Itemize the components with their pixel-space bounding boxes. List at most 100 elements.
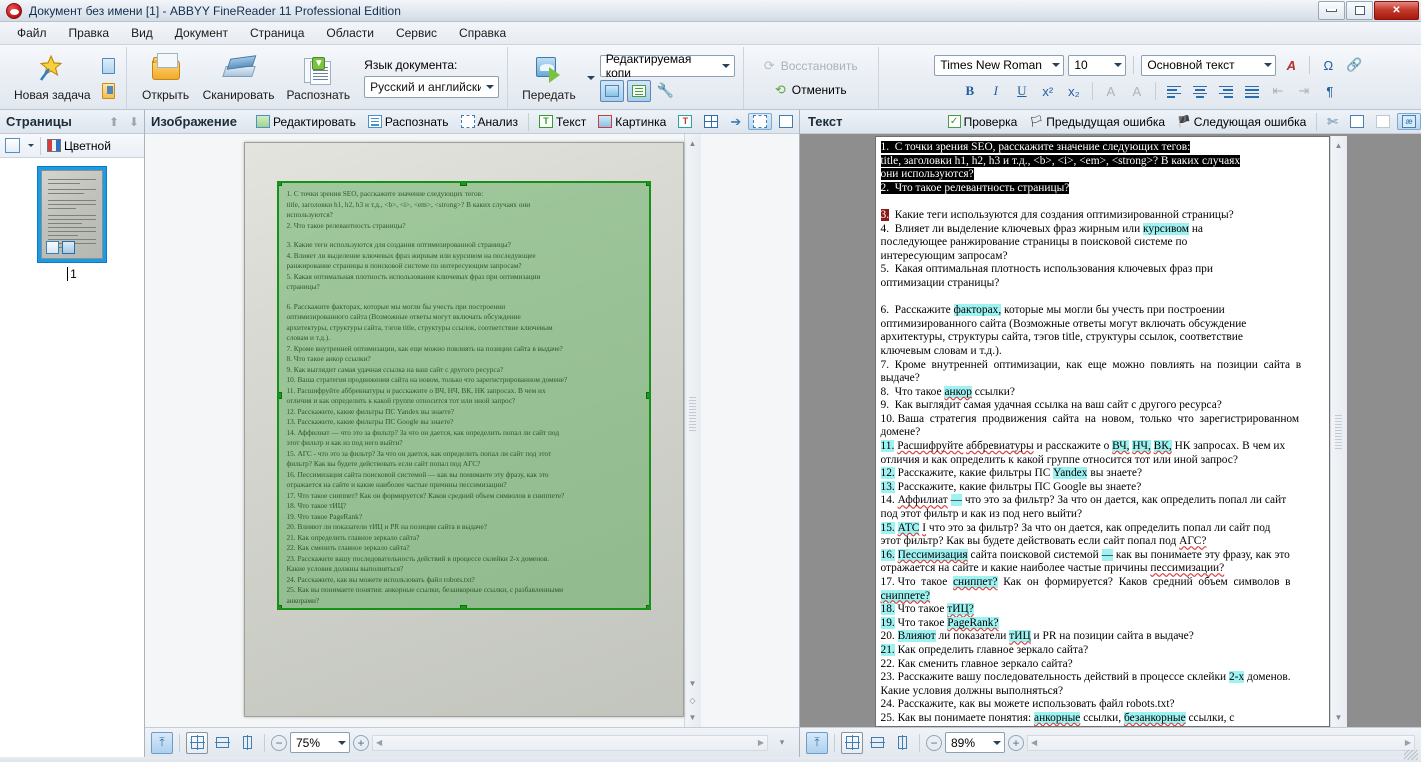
superscript-button[interactable]: x² [1037, 81, 1059, 102]
text-fit-width-button[interactable] [866, 732, 888, 754]
scroll-left-icon[interactable]: ◀ [376, 738, 382, 747]
copy-button[interactable] [1345, 113, 1369, 130]
menu-edit[interactable]: Правка [58, 23, 121, 43]
align-center-button[interactable] [1189, 81, 1211, 102]
color-mode-label[interactable]: Цветной [64, 139, 111, 153]
text-horizontal-scrollbar[interactable]: ◀ ▶ [1027, 734, 1415, 751]
scroll-up-icon[interactable]: ▲ [685, 136, 700, 151]
bold-button[interactable]: B [959, 81, 981, 102]
image-zoom-in-button[interactable]: + [353, 734, 369, 751]
recognized-text-page[interactable]: 1. С точки зрения SEO, расскажите значен… [874, 136, 1330, 727]
show-marks-button[interactable]: ¶ [1319, 81, 1341, 102]
move-page-up-icon[interactable]: ⬆ [104, 112, 124, 132]
pointer-button[interactable]: ➔ [725, 112, 746, 132]
minimize-button[interactable] [1318, 1, 1345, 20]
shrink-font-button[interactable]: A [1126, 81, 1148, 102]
scroll-end-icon[interactable]: ▼ [685, 710, 700, 725]
image-scroll-options-button[interactable]: ▾ [771, 732, 793, 754]
thumbnail-selected[interactable] [37, 166, 107, 263]
image-fit-page-button[interactable] [186, 731, 208, 754]
decrease-indent-button[interactable]: ⇤ [1267, 81, 1289, 102]
document-language-select[interactable]: Русский и английский [364, 76, 500, 98]
align-left-button[interactable] [1163, 81, 1185, 102]
chevron-down-icon[interactable] [28, 144, 34, 147]
background-picture-button[interactable]: T [673, 113, 697, 130]
recognize-area-button[interactable]: Распознать [363, 113, 454, 131]
image-canvas[interactable]: 1. С точки зрения SEO, расскажите значен… [145, 134, 799, 727]
edit-image-button[interactable]: Редактировать [251, 113, 361, 131]
font-family-select[interactable]: Times New Roman [934, 54, 1065, 76]
text-zoom-out-button[interactable]: − [926, 734, 942, 751]
menu-service[interactable]: Сервис [385, 23, 448, 43]
new-document-button[interactable] [99, 55, 118, 76]
italic-button[interactable]: I [985, 81, 1007, 102]
text-view-toggle[interactable] [626, 79, 651, 102]
analyze-button[interactable]: Анализ [456, 113, 524, 131]
grow-font-button[interactable]: A [1100, 81, 1122, 102]
settings-wrench-icon[interactable]: 🔧 [657, 82, 674, 99]
text-region-overlay[interactable]: 1. С точки зрения SEO, расскажите значен… [276, 181, 651, 610]
menu-file[interactable]: Файл [6, 23, 58, 43]
text-vertical-scrollbar[interactable]: ▲ ▼ [1329, 136, 1347, 727]
scroll-grip[interactable] [1335, 414, 1342, 449]
font-size-select[interactable]: 10 [1068, 54, 1127, 76]
resize-grip[interactable] [1404, 750, 1418, 760]
paste-button[interactable] [1371, 113, 1395, 130]
move-page-down-icon[interactable]: ⬇ [124, 112, 144, 132]
recognize-button[interactable]: ▼ Распознать [281, 48, 357, 108]
menu-document[interactable]: Документ [164, 23, 239, 43]
scroll-grip[interactable] [689, 396, 696, 431]
image-fit-height-button[interactable] [236, 732, 258, 754]
table-area-button[interactable] [699, 113, 723, 130]
align-right-button[interactable] [1215, 81, 1237, 102]
delete-area-button[interactable] [774, 113, 798, 130]
scan-button[interactable]: Сканировать [197, 48, 281, 108]
new-task-button[interactable]: ★ Новая задача [8, 48, 97, 108]
image-horizontal-scrollbar[interactable]: ◀ ▶ [372, 734, 768, 751]
previous-error-button[interactable]: 🏳 Предыдущая ошибка [1024, 113, 1170, 131]
scroll-left-icon[interactable]: ◀ [1031, 738, 1037, 747]
menu-help[interactable]: Справка [448, 23, 517, 43]
split-view-icon[interactable]: ◇ [685, 693, 700, 708]
align-justify-button[interactable] [1241, 81, 1263, 102]
image-view-toggle[interactable] [599, 79, 624, 102]
page-layout-icon[interactable] [5, 138, 20, 153]
insert-symbol-button[interactable]: Ω [1317, 55, 1339, 76]
text-area[interactable]: 1. С точки зрения SEO, расскажите значен… [800, 134, 1421, 727]
subscript-button[interactable]: x₂ [1063, 81, 1085, 102]
menu-view[interactable]: Вид [120, 23, 164, 43]
scroll-down-icon[interactable]: ▼ [1331, 710, 1346, 725]
send-button[interactable]: Передать [516, 48, 582, 108]
text-fit-page-button[interactable] [841, 731, 863, 754]
send-mode-select[interactable]: Редактируемая копи [599, 52, 735, 80]
hyperlink-button[interactable]: 🔗 [1343, 55, 1365, 76]
page-thumbnail-item[interactable]: 1 [0, 166, 144, 281]
increase-indent-button[interactable]: ⇥ [1293, 81, 1315, 102]
close-button[interactable]: ✕ [1374, 1, 1419, 20]
cut-button[interactable]: ✄ [1322, 112, 1343, 132]
redo-button[interactable]: ⟳ Восстановить [761, 56, 861, 76]
next-error-button[interactable]: 🏴 Следующая ошибка [1172, 113, 1311, 131]
underline-button[interactable]: U [1011, 81, 1033, 102]
text-zoom-select[interactable]: 89% [945, 732, 1005, 753]
open-folder-button[interactable] [99, 80, 118, 101]
scroll-down-icon[interactable]: ▼ [685, 676, 700, 691]
font-color-button[interactable]: A [1280, 55, 1302, 76]
text-fit-height-button[interactable] [891, 732, 913, 754]
text-zoom-in-button[interactable]: + [1008, 734, 1024, 751]
text-area-button[interactable]: T Текст [534, 113, 591, 131]
send-dropdown-button[interactable] [582, 50, 596, 106]
text-fit-best-button[interactable]: ⤒ [806, 731, 828, 754]
menu-page[interactable]: Страница [239, 23, 315, 43]
image-zoom-select[interactable]: 75% [290, 732, 350, 753]
open-button[interactable]: Открыть [135, 48, 197, 108]
picture-area-button[interactable]: Картинка [593, 113, 671, 131]
image-vertical-scrollbar[interactable]: ▲ ▼ ◇ ▼ [683, 134, 701, 727]
menu-areas[interactable]: Области [315, 23, 385, 43]
scroll-right-icon[interactable]: ▶ [758, 738, 764, 747]
paragraph-style-select[interactable]: Основной текст [1141, 54, 1277, 76]
maximize-button[interactable] [1346, 1, 1373, 20]
scroll-right-icon[interactable]: ▶ [1405, 738, 1411, 747]
image-fit-width-button[interactable] [211, 732, 233, 754]
select-area-button[interactable] [748, 113, 773, 130]
